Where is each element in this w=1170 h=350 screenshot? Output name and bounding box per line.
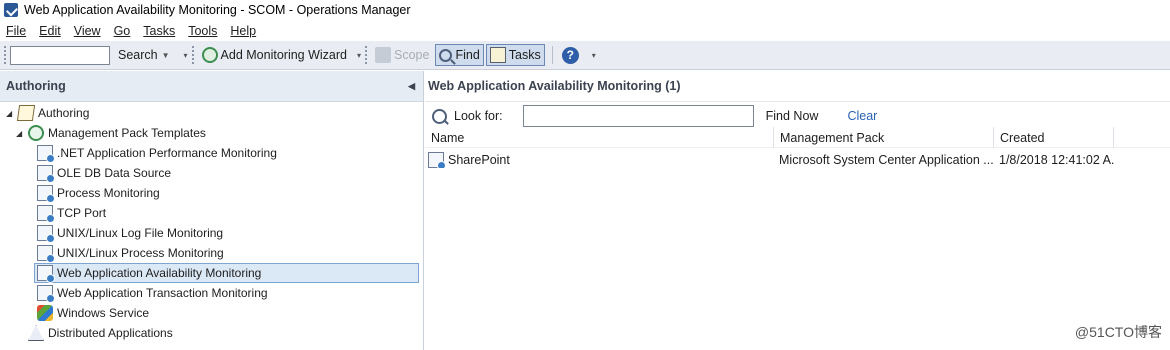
row-name: SharePoint [448,153,510,167]
scope-label: Scope [394,48,430,62]
table-row[interactable]: SharePoint Microsoft System Center Appli… [425,150,1170,170]
search-label: Search [118,48,158,62]
tree-item-label: Distributed Applications [48,326,173,340]
menu-tools[interactable]: Tools [188,24,217,38]
tree-item-label: .NET Application Performance Monitoring [57,146,277,160]
search-input[interactable] [10,45,110,65]
collapse-pane-icon[interactable]: ◀ [408,81,415,92]
tree-item-label: TCP Port [57,206,107,220]
toolbar-overflow-icon[interactable]: ▾ [184,51,188,60]
chevron-down-icon: ▼ [161,50,170,60]
toolbar-grip[interactable] [191,46,195,64]
find-now-button[interactable]: Find Now [766,109,819,123]
template-icon [37,205,55,223]
tasks-icon [489,47,506,63]
monitoring-wizard-icon [201,47,218,63]
find-icon [439,48,453,62]
template-icon [37,185,55,203]
template-icon [37,165,55,183]
search-button[interactable]: Search ▼ [114,44,178,66]
tree-item-unix-process[interactable]: UNIX/Linux Process Monitoring [37,243,224,263]
template-icon [37,225,55,243]
magnifier-icon [432,108,447,124]
tree-item-label: Process Monitoring [57,186,160,200]
results-pane-header: Web Application Availability Monitoring … [425,71,1170,102]
template-icon [37,265,55,283]
menu-help[interactable]: Help [230,24,256,38]
toolbar: Search ▼ ▾ Add Monitoring Wizard ▾ Scope… [0,41,1170,70]
toolbar-overflow-icon[interactable]: ▾ [357,51,361,60]
tree-item-authoring[interactable]: ◢ Authoring [6,103,89,123]
cell-name: SharePoint [425,152,774,168]
monitor-object-icon [428,152,446,168]
menu-file[interactable]: File [6,24,26,38]
tasks-label: Tasks [508,48,541,62]
navigation-pane: Authoring ◀ ◢ Authoring ◢ Management Pac… [0,71,424,350]
menu-bar: File Edit View Go Tasks Tools Help [0,21,1170,41]
tree-item-label: Management Pack Templates [48,126,206,140]
navigation-pane-header: Authoring ◀ [0,71,423,102]
management-pack-templates-icon [28,125,44,141]
tree-item-windows-service[interactable]: Windows Service [37,303,149,323]
tree-item-label: Web Application Transaction Monitoring [57,286,268,300]
tree-item-net-apm[interactable]: .NET Application Performance Monitoring [37,143,277,163]
scope-icon [375,47,392,63]
tree-item-label: UNIX/Linux Log File Monitoring [57,226,224,240]
title-bar: Web Application Availability Monitoring … [0,0,1170,20]
tree-item-distributed-applications[interactable]: Distributed Applications [28,323,173,343]
operations-manager-icon [4,3,18,17]
tree-item-label: OLE DB Data Source [57,166,172,180]
menu-go[interactable]: Go [114,24,131,38]
toolbar-grip[interactable] [4,46,7,64]
look-for-label: Look for: [454,109,503,123]
find-label: Find [455,48,480,62]
menu-view[interactable]: View [74,24,101,38]
add-monitoring-wizard-button[interactable]: Add Monitoring Wizard [198,44,351,66]
results-pane-title: Web Application Availability Monitoring … [428,79,681,93]
toolbar-grip[interactable] [365,46,368,64]
navigation-pane-title: Authoring [6,79,66,93]
menu-edit[interactable]: Edit [39,24,61,38]
column-header-created[interactable]: Created [994,127,1114,148]
tree-item-process-monitoring[interactable]: Process Monitoring [37,183,160,203]
tree-item-web-availability[interactable]: Web Application Availability Monitoring [34,263,419,283]
tree-item-label: Web Application Availability Monitoring [57,266,262,280]
tree-item-management-pack-templates[interactable]: ◢ Management Pack Templates [16,123,206,143]
grid-header: Name Management Pack Created [425,127,1170,148]
cell-created: 1/8/2018 12:41:02 A... [999,153,1114,167]
add-monitoring-wizard-label: Add Monitoring Wizard [220,48,347,62]
authoring-icon [16,105,36,121]
tree-item-label: Windows Service [57,306,150,320]
results-pane: Web Application Availability Monitoring … [425,71,1170,350]
clear-link[interactable]: Clear [847,109,877,123]
window-title: Web Application Availability Monitoring … [24,3,411,17]
template-icon [37,245,55,263]
help-button[interactable]: ? [558,44,586,66]
menu-tasks[interactable]: Tasks [143,24,175,38]
template-icon [37,145,55,163]
cell-management-pack: Microsoft System Center Application ... [779,153,994,167]
tree-item-ole-db[interactable]: OLE DB Data Source [37,163,171,183]
tree-item-web-transaction[interactable]: Web Application Transaction Monitoring [37,283,268,303]
template-icon [37,285,55,303]
tree-item-label: UNIX/Linux Process Monitoring [57,246,224,260]
tasks-button[interactable]: Tasks [485,44,545,66]
expanded-arrow-icon[interactable]: ◢ [16,129,28,138]
toolbar-overflow-icon[interactable]: ▾ [592,51,596,60]
distributed-applications-icon [28,325,44,341]
scope-button[interactable]: Scope [371,44,433,66]
look-for-bar: Look for: Find Now Clear [425,102,1170,130]
help-icon: ? [561,46,579,64]
column-header-name[interactable]: Name [425,127,774,148]
tree-item-tcp-port[interactable]: TCP Port [37,203,106,223]
toolbar-separator [551,46,553,64]
tree-item-unix-log-file[interactable]: UNIX/Linux Log File Monitoring [37,223,223,243]
column-header-management-pack[interactable]: Management Pack [774,127,994,148]
windows-service-icon [37,305,53,321]
tree-item-label: Authoring [38,106,90,120]
look-for-input[interactable] [522,105,754,127]
expanded-arrow-icon[interactable]: ◢ [6,109,18,118]
watermark: @51CTO博客 [1074,324,1162,340]
find-button[interactable]: Find [435,44,484,66]
